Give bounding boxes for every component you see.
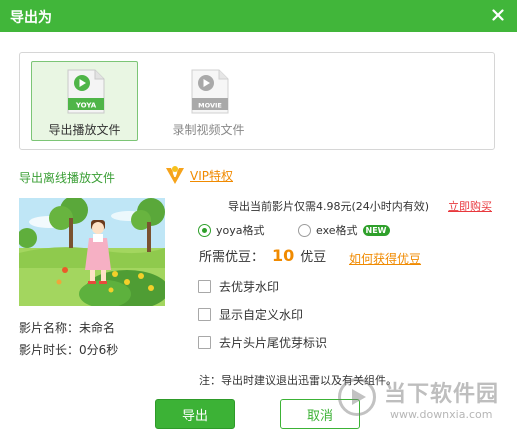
beans-value: 10 (272, 246, 295, 265)
option-label: 去片头片尾优芽标识 (219, 336, 328, 350)
yoya-tag: YOYA (75, 102, 97, 110)
watermark-text: 当下软件园 (384, 382, 500, 407)
price-text: 导出当前影片仅需4.98元(24小时内有效) (228, 200, 430, 213)
movie-tag: MOVIE (198, 102, 222, 110)
title-bar: 导出为 (0, 0, 517, 32)
beans-label: 所需优豆： (199, 250, 265, 265)
radio-yoya-format[interactable]: yoya格式 (198, 222, 265, 238)
radio-label-yoya: yoya格式 (216, 224, 265, 237)
movie-file-icon: MOVIE (191, 69, 229, 114)
svg-text:V: V (173, 172, 178, 179)
format-panel: YOYA 导出播放文件 MOVIE 录制视频文件 (19, 52, 495, 150)
radio-button[interactable] (198, 223, 211, 237)
format-label-movie: 录制视频文件 (172, 123, 245, 137)
option-remove-watermark[interactable]: 去优芽水印 (198, 278, 279, 295)
format-label-yoya: 导出播放文件 (48, 123, 121, 137)
dialog-title: 导出为 (10, 10, 52, 26)
close-icon[interactable] (487, 4, 509, 26)
site-watermark: 当下软件园 www.downxia.com (330, 372, 517, 448)
watermark-logo-icon (338, 378, 376, 416)
option-custom-watermark[interactable]: 显示自定义水印 (198, 306, 303, 323)
offline-export-title: 导出离线播放文件 (19, 171, 116, 185)
beans-unit: 优豆 (300, 250, 327, 265)
format-card-movie[interactable]: MOVIE 录制视频文件 (155, 61, 262, 141)
movie-name: 影片名称：未命名 (19, 321, 116, 335)
watermark-url: www.downxia.com (390, 408, 493, 421)
movie-duration: 影片时长：0分6秒 (19, 343, 119, 357)
vip-privilege-link[interactable]: V VIP特权 (164, 165, 233, 185)
option-label: 去优芽水印 (219, 280, 280, 294)
checkbox[interactable] (198, 308, 211, 321)
yoya-file-icon: YOYA (67, 69, 105, 114)
checkbox[interactable] (198, 280, 211, 293)
option-label: 显示自定义水印 (219, 308, 304, 322)
radio-button[interactable] (298, 223, 311, 237)
buy-now-link[interactable]: 立即购买 (448, 198, 492, 214)
radio-label-exe: exe格式 (316, 224, 358, 237)
option-remove-intro-outro-logo[interactable]: 去片头片尾优芽标识 (198, 334, 327, 351)
export-button[interactable]: 导出 (155, 399, 235, 429)
radio-exe-format[interactable]: exe格式 NEW (298, 222, 390, 238)
how-to-get-beans-link[interactable]: 如何获得优豆 (349, 250, 421, 267)
new-badge: NEW (362, 224, 390, 236)
format-card-yoya[interactable]: YOYA 导出播放文件 (31, 61, 138, 141)
required-beans: 所需优豆： 10 优豆 (199, 246, 326, 265)
vip-link-text[interactable]: VIP特权 (190, 167, 233, 184)
vip-badge-icon: V (166, 166, 184, 184)
checkbox[interactable] (198, 336, 211, 349)
movie-thumbnail (19, 198, 165, 306)
